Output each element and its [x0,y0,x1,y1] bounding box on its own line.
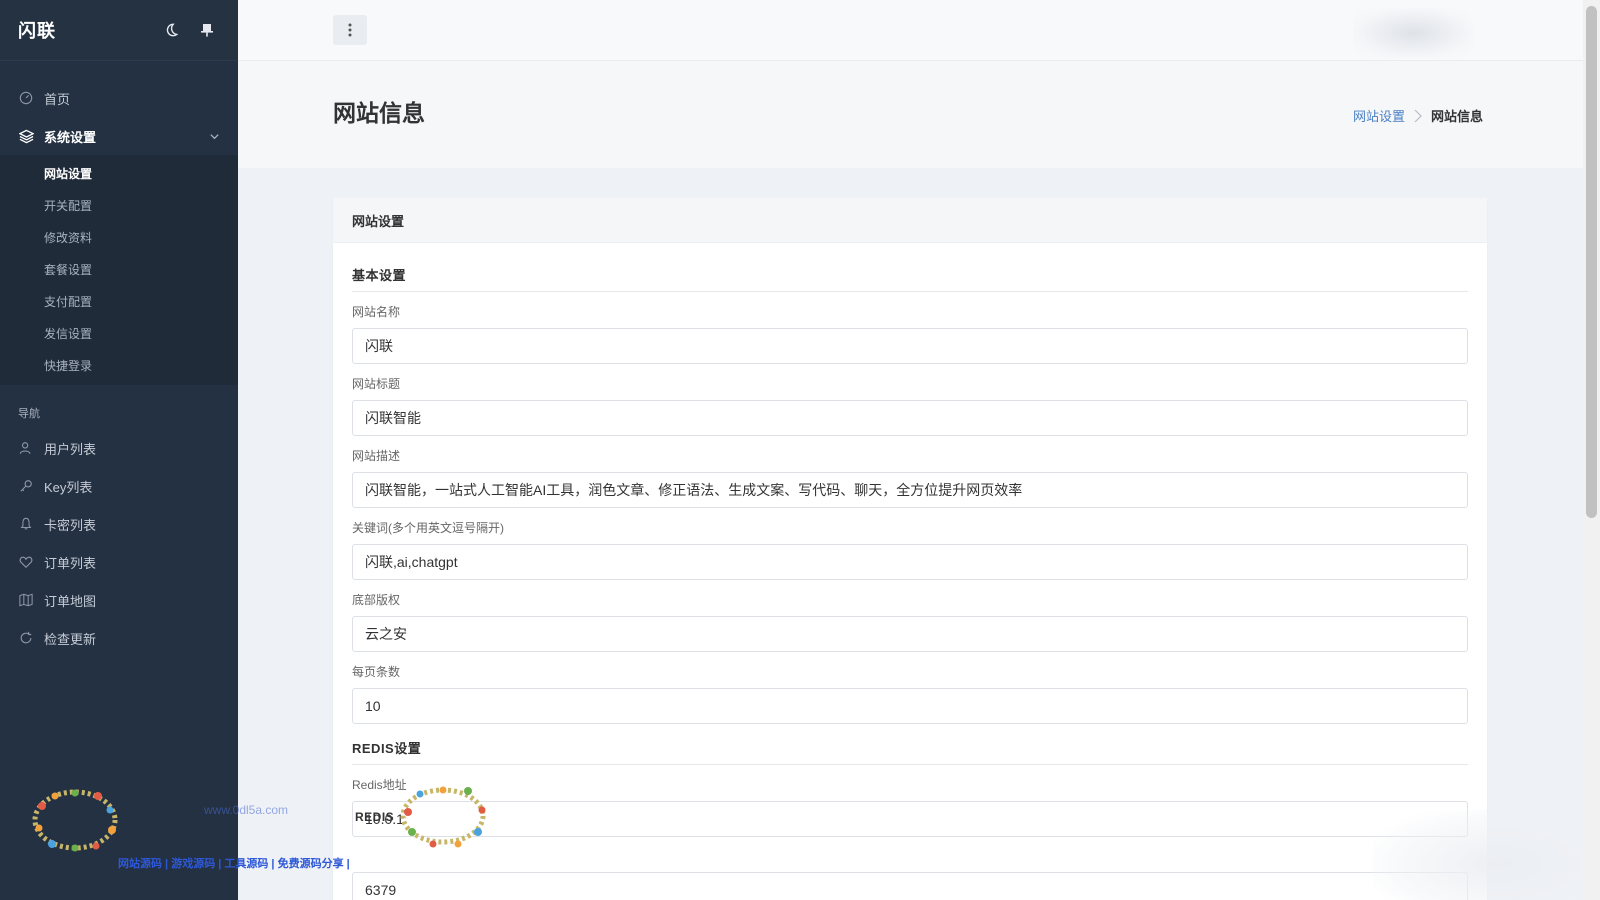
redis-port-input[interactable] [352,872,1468,900]
per-page-input[interactable] [352,688,1468,724]
main-menu: 首页 系统设置 网站设置 开关配置 修改资料 套餐设置 支付配置 发信设置 快捷… [0,61,238,657]
sidebar-item-switch-config[interactable]: 开关配置 [0,189,238,221]
sidebar-item-label: 用户列表 [44,441,97,457]
site-description-label: 网站描述 [352,449,401,463]
basic-settings-heading: 基本设置 [352,243,1468,292]
page-scrollbar[interactable] [1583,0,1600,900]
sidebar-item-edit-profile[interactable]: 修改资料 [0,221,238,253]
copyright-label: 底部版权 [352,593,401,607]
site-settings-card: 网站设置 基本设置 网站名称 网站标题 网站描述 关键词(多个用英文逗号隔开) … [333,198,1487,900]
breadcrumb-parent-link[interactable]: 网站设置 [1353,106,1405,125]
site-title-label: 网站标题 [352,377,401,391]
chevron-right-icon [1413,109,1423,123]
sidebar-item-system-settings[interactable]: 系统设置 [0,117,238,155]
sidebar-item-order-list[interactable]: 订单列表 [0,543,238,581]
layers-icon [18,128,34,144]
topbar [238,0,1583,61]
site-name-input[interactable] [352,328,1468,364]
sidebar-item-label: Key列表 [44,479,93,495]
keywords-input[interactable] [352,544,1468,580]
site-name-label: 网站名称 [352,305,401,319]
heart-icon [18,554,34,570]
nav-heading: 导航 [18,408,40,420]
map-icon [18,592,34,608]
sidebar-item-quick-login[interactable]: 快捷登录 [0,349,238,381]
redis-settings-heading: REDIS设置 [352,724,1468,765]
sidebar-item-label: 首页 [44,91,71,107]
scrollbar-thumb[interactable] [1586,6,1597,518]
more-options-button[interactable] [333,15,367,45]
users-icon [18,440,34,456]
card-body: 基本设置 网站名称 网站标题 网站描述 关键词(多个用英文逗号隔开) 底部版权 … [333,243,1487,900]
sidebar-item-label: 系统设置 [44,129,97,145]
sidebar-item-order-map[interactable]: 订单地图 [0,581,238,619]
redis-address-input[interactable] [352,801,1468,837]
sidebar-item-payment-config[interactable]: 支付配置 [0,285,238,317]
site-description-input[interactable] [352,472,1468,508]
sidebar-item-check-update[interactable]: 检查更新 [0,619,238,657]
sidebar-item-label: 订单列表 [44,555,97,571]
card-title: 网站设置 [333,198,1487,243]
page-header: 网站信息 网站设置 网站信息 [238,61,1583,168]
sidebar-item-card-list[interactable]: 卡密列表 [0,505,238,543]
sidebar: 闪联 首页 系统设置 网站设置 开关配置 修改资料 套餐设置 支付配置 发信设置… [0,0,238,900]
sidebar-item-package-settings[interactable]: 套餐设置 [0,253,238,285]
brand-bar: 闪联 [0,0,238,61]
sidebar-item-mail-settings[interactable]: 发信设置 [0,317,238,349]
dashboard-icon [18,90,34,106]
sidebar-item-home[interactable]: 首页 [0,79,238,117]
sidebar-item-label: 订单地图 [44,593,97,609]
per-page-label: 每页条数 [352,665,401,679]
sidebar-item-site-settings[interactable]: 网站设置 [0,157,238,189]
refresh-icon [18,630,34,646]
dark-mode-icon[interactable] [158,17,184,43]
kebab-icon [348,23,352,37]
bell-icon [18,516,34,532]
breadcrumb-current: 网站信息 [1430,109,1483,124]
key-icon [18,478,34,494]
redis-port-label-spacer [352,837,1468,872]
copyright-input[interactable] [352,616,1468,652]
sidebar-item-label: 检查更新 [44,631,97,647]
user-avatar-watermark [1353,8,1473,58]
sidebar-item-label: 卡密列表 [44,517,97,533]
sidebar-item-user-list[interactable]: 用户列表 [0,429,238,467]
brand-name[interactable]: 闪联 [18,17,148,43]
redis-address-label: Redis地址 [352,778,407,792]
pin-icon[interactable] [194,17,220,43]
breadcrumb: 网站设置 网站信息 [1353,106,1483,125]
sidebar-item-key-list[interactable]: Key列表 [0,467,238,505]
chevron-down-icon [209,131,220,142]
page-title: 网站信息 [333,100,425,126]
system-settings-submenu: 网站设置 开关配置 修改资料 套餐设置 支付配置 发信设置 快捷登录 [0,155,238,385]
site-title-input[interactable] [352,400,1468,436]
keywords-label: 关键词(多个用英文逗号隔开) [352,521,504,535]
